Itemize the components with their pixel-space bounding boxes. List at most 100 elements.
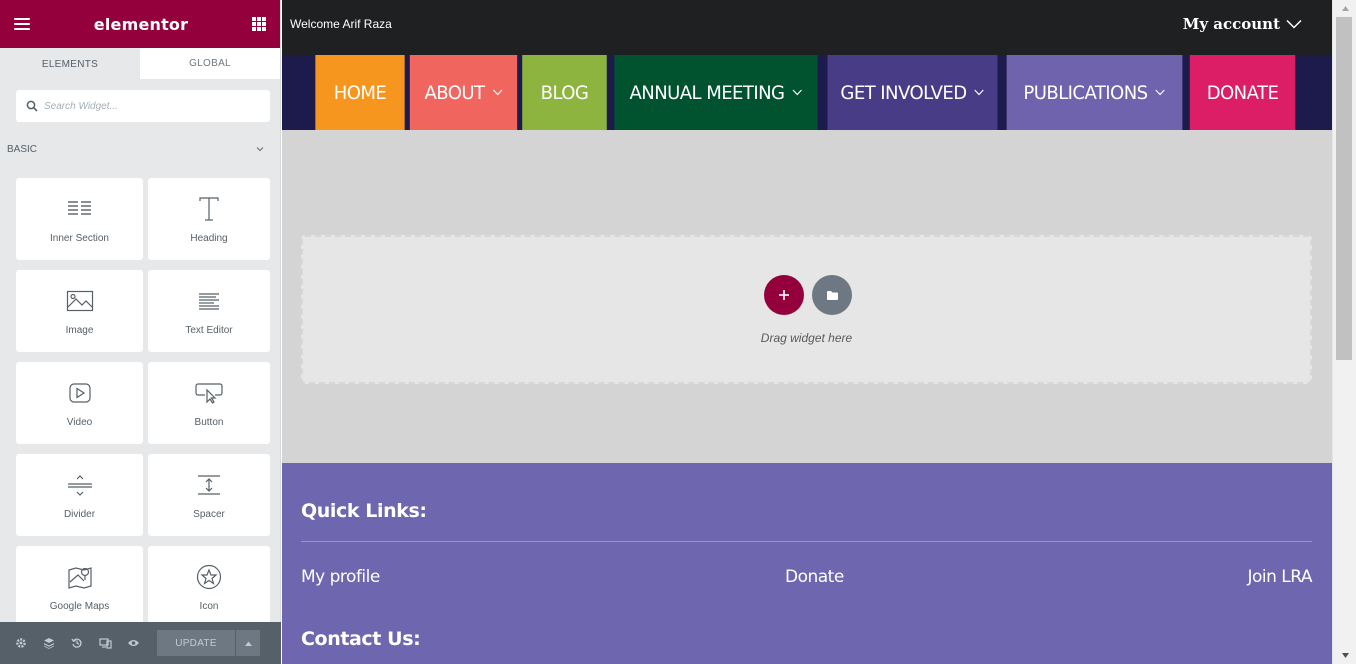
search-widget-input[interactable] (44, 100, 244, 112)
link-donate[interactable]: Donate (785, 567, 844, 587)
inner-section-icon (66, 195, 94, 223)
nav-label: ANNUAL MEETING (629, 81, 785, 104)
widget-spacer[interactable]: Spacer (148, 454, 270, 536)
update-button[interactable]: UPDATE (157, 630, 235, 656)
category-basic[interactable]: BASIC (0, 134, 280, 164)
scroll-up-button[interactable] (1333, 0, 1356, 17)
widget-video[interactable]: Video (16, 362, 143, 444)
widget-heading[interactable]: Heading (148, 178, 270, 260)
star-icon (195, 563, 223, 591)
text-editor-icon (195, 287, 223, 315)
search-box (16, 90, 270, 122)
widget-label: Text Editor (185, 325, 233, 336)
menu-icon[interactable] (14, 18, 30, 30)
nav-label: PUBLICATIONS (1023, 81, 1148, 104)
history-icon[interactable] (70, 636, 84, 650)
nav-home[interactable]: HOME (315, 55, 405, 130)
nav-label: BLOG (540, 81, 589, 104)
elementor-logo: elementor (93, 14, 189, 34)
empty-section-dropzone[interactable]: Drag widget here (301, 235, 1312, 384)
scrollbar-thumb[interactable] (1336, 17, 1352, 360)
nav-label: GET INVOLVED (840, 81, 967, 104)
nav-annual-meeting[interactable]: ANNUAL MEETING (614, 55, 818, 130)
add-section-button[interactable] (764, 275, 804, 315)
heading-icon (195, 195, 223, 223)
panel-footer: UPDATE (0, 622, 281, 664)
page-scrollbar[interactable] (1332, 0, 1356, 664)
account-label: My account (1182, 14, 1280, 33)
widget-label: Button (194, 417, 224, 428)
nav-donate[interactable]: DONATE (1189, 55, 1296, 130)
widget-label: Inner Section (50, 233, 109, 244)
nav-items: HOME ABOUT BLOG ANNUAL MEETING GET INVOL… (313, 55, 1298, 130)
add-template-button[interactable] (812, 275, 852, 315)
chevron-down-icon (492, 89, 502, 96)
image-icon (66, 287, 94, 315)
dropzone-buttons (764, 275, 852, 315)
nav-publications[interactable]: PUBLICATIONS (1006, 55, 1183, 130)
nav-label: DONATE (1206, 81, 1279, 104)
preview-eye-icon[interactable] (126, 636, 140, 650)
chevron-down-icon (1286, 19, 1302, 29)
tab-global[interactable]: GLOBAL (140, 48, 280, 80)
panel-tabs: ELEMENTS GLOBAL (0, 48, 280, 80)
update-options-button[interactable] (236, 630, 260, 656)
settings-icon[interactable] (14, 636, 28, 650)
elementor-panel: elementor ELEMENTS GLOBAL BASIC (0, 0, 281, 664)
chevron-down-icon (256, 147, 264, 152)
widget-image[interactable]: Image (16, 270, 143, 352)
google-maps-icon (66, 563, 94, 591)
widget-label: Spacer (193, 509, 225, 520)
widget-label: Video (66, 417, 93, 428)
preview-area: Welcome Arif Raza My account HOME ABOUT … (282, 0, 1332, 664)
quick-links-title: Quick Links: (301, 500, 427, 522)
scroll-down-button[interactable] (1333, 647, 1356, 664)
widget-label: Image (65, 325, 94, 336)
nav-about[interactable]: ABOUT (409, 55, 518, 130)
nav-label: ABOUT (424, 81, 485, 104)
video-icon (66, 379, 94, 407)
widget-grid: Inner Section Heading Image Text Editor … (0, 164, 280, 628)
widgets-grid-icon[interactable] (252, 17, 266, 31)
widget-google-maps[interactable]: Google Maps (16, 546, 143, 628)
caret-up-icon (244, 641, 252, 646)
contact-us-title: Contact Us: (301, 628, 421, 650)
link-my-profile[interactable]: My profile (301, 567, 380, 587)
button-icon (195, 379, 223, 407)
elementor-editor: elementor ELEMENTS GLOBAL BASIC (0, 0, 1356, 664)
widget-icon[interactable]: Icon (148, 546, 270, 628)
widget-label: Google Maps (49, 601, 110, 612)
drag-widget-hint: Drag widget here (760, 331, 853, 345)
chevron-down-icon (792, 89, 802, 96)
widget-text-editor[interactable]: Text Editor (148, 270, 270, 352)
folder-icon (826, 290, 838, 300)
nav-blog[interactable]: BLOG (522, 55, 607, 130)
caret-up-icon (1341, 6, 1349, 11)
site-footer: Quick Links: My profile Donate Join LRA … (282, 463, 1332, 664)
widget-label: Divider (63, 509, 96, 520)
link-join-lra[interactable]: Join LRA (1247, 567, 1312, 587)
my-account-menu[interactable]: My account (1183, 15, 1322, 33)
navigator-icon[interactable] (42, 636, 56, 650)
spacer-icon (195, 471, 223, 499)
chevron-down-icon (1155, 89, 1166, 96)
category-label: BASIC (7, 143, 38, 155)
footer-divider (301, 541, 1312, 542)
nav-get-involved[interactable]: GET INVOLVED (827, 55, 998, 130)
widget-label: Icon (199, 601, 219, 612)
tab-elements[interactable]: ELEMENTS (0, 48, 140, 80)
widget-button[interactable]: Button (148, 362, 270, 444)
responsive-icon[interactable] (98, 636, 112, 650)
caret-down-icon (1341, 653, 1349, 658)
nav-label: HOME (333, 81, 387, 104)
panel-header: elementor (0, 0, 280, 48)
search-wrapper (0, 80, 280, 122)
main-navigation: HOME ABOUT BLOG ANNUAL MEETING GET INVOL… (282, 55, 1332, 130)
widget-inner-section[interactable]: Inner Section (16, 178, 143, 260)
widget-label: Heading (190, 233, 228, 244)
chevron-down-icon (974, 89, 985, 96)
search-icon (26, 100, 38, 112)
widget-divider[interactable]: Divider (16, 454, 143, 536)
plus-icon (779, 290, 789, 300)
divider-icon (66, 471, 94, 499)
